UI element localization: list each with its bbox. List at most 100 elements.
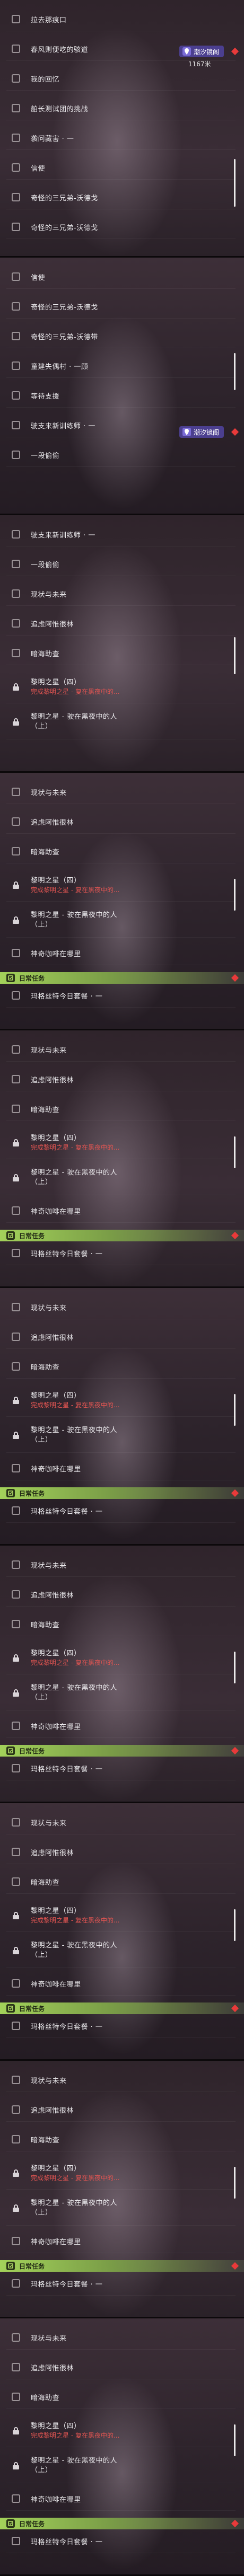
- quest-item[interactable]: 神奇咖啡在哪里: [6, 1714, 236, 1738]
- checkbox-icon[interactable]: [12, 451, 20, 459]
- quest-item[interactable]: 追虑阿惟很林: [6, 810, 236, 834]
- checkbox-icon[interactable]: [12, 1560, 20, 1569]
- quest-item[interactable]: 我的回忆: [6, 67, 236, 91]
- daily-tasks-header[interactable]: 日常任务: [0, 1230, 244, 1241]
- checkbox-icon[interactable]: [12, 1464, 20, 1472]
- quest-item-locked[interactable]: 黎明之星 - 驶在黑夜中的人 （上）: [6, 2191, 236, 2226]
- checkbox-icon[interactable]: [12, 1506, 20, 1515]
- checkbox-icon[interactable]: [12, 619, 20, 628]
- daily-task-item[interactable]: 玛格丝特今日套餐 · 一: [6, 2529, 236, 2553]
- checkbox-icon[interactable]: [12, 560, 20, 568]
- quest-item[interactable]: 一段偷偷: [6, 552, 236, 576]
- scrollbar-thumb[interactable]: [234, 2424, 236, 2456]
- quest-item[interactable]: 舶长测试团的挑战: [6, 96, 236, 120]
- scrollbar-thumb[interactable]: [234, 637, 236, 674]
- checkbox-icon[interactable]: [12, 272, 20, 281]
- checkbox-icon[interactable]: [12, 2494, 20, 2503]
- daily-task-item[interactable]: 玛格丝特今日套餐 · 一: [6, 1499, 236, 1523]
- checkbox-icon[interactable]: [12, 991, 20, 1000]
- quest-item[interactable]: 追虑阿惟很林: [6, 612, 236, 636]
- checkbox-icon[interactable]: [12, 530, 20, 539]
- daily-task-item[interactable]: 玛格丝特今日套餐 · 一: [6, 1241, 236, 1265]
- checkbox-icon[interactable]: [12, 1848, 20, 1856]
- quest-item[interactable]: 追虑阿惟很林: [6, 2356, 236, 2379]
- scrollbar-thumb[interactable]: [234, 353, 236, 390]
- quest-item-locked[interactable]: 黎明之星 - 驶在黑夜中的人 （上）: [6, 2449, 236, 2483]
- checkbox-icon[interactable]: [12, 1818, 20, 1827]
- quest-item-locked[interactable]: 黎明之星（四） 完成黎明之星 - 复在黑夜中的...: [6, 1900, 236, 1932]
- quest-item[interactable]: 追虑阿惟很林: [6, 1583, 236, 1607]
- quest-item[interactable]: 袭问藏害 · 一: [6, 126, 236, 150]
- scrollbar-thumb[interactable]: [234, 2167, 236, 2199]
- checkbox-icon[interactable]: [12, 1590, 20, 1599]
- checkbox-icon[interactable]: [12, 1105, 20, 1113]
- checkbox-icon[interactable]: [12, 134, 20, 142]
- checkbox-icon[interactable]: [12, 361, 20, 370]
- checkbox-icon[interactable]: [12, 817, 20, 826]
- quest-item[interactable]: 暗海助查: [6, 1870, 236, 1894]
- checkbox-icon[interactable]: [12, 1249, 20, 1257]
- daily-tasks-header[interactable]: 日常任务: [0, 972, 244, 984]
- quest-item[interactable]: 神奇咖啡在哪里: [6, 1457, 236, 1480]
- checkbox-icon[interactable]: [12, 1722, 20, 1730]
- quest-item-locked[interactable]: 黎明之星（四） 完成黎明之星 - 复在黑夜中的...: [6, 1384, 236, 1417]
- quest-item[interactable]: 现状与未来: [6, 2326, 236, 2350]
- checkbox-icon[interactable]: [12, 1764, 20, 1772]
- quest-item[interactable]: 暗海助查: [6, 840, 236, 863]
- checkbox-icon[interactable]: [12, 2105, 20, 2114]
- quest-item[interactable]: 追虑阿惟很林: [6, 1840, 236, 1864]
- checkbox-icon[interactable]: [12, 1979, 20, 1988]
- daily-task-item[interactable]: 玛格丝特今日套餐 · 一: [6, 2272, 236, 2296]
- checkbox-icon[interactable]: [12, 2135, 20, 2143]
- checkbox-icon[interactable]: [12, 788, 20, 796]
- quest-item-locked[interactable]: 黎明之星 - 驶在黑夜中的人 （上）: [6, 903, 236, 938]
- checkbox-icon[interactable]: [12, 104, 20, 112]
- quest-item[interactable]: 现状与未来: [6, 2068, 236, 2092]
- quest-item[interactable]: 奇怪的三兄弟-沃德戈: [6, 215, 236, 239]
- scrollbar-thumb[interactable]: [234, 879, 236, 911]
- quest-item[interactable]: 现状与未来: [6, 780, 236, 804]
- checkbox-icon[interactable]: [12, 1333, 20, 1341]
- quest-item[interactable]: 暗海助查: [6, 641, 236, 665]
- checkbox-icon[interactable]: [12, 332, 20, 340]
- daily-task-item[interactable]: 玛格丝特今日套餐 · 一: [6, 2014, 236, 2038]
- checkbox-icon[interactable]: [12, 1075, 20, 1083]
- checkbox-icon[interactable]: [12, 1362, 20, 1371]
- checkbox-icon[interactable]: [12, 302, 20, 311]
- checkbox-icon[interactable]: [12, 2237, 20, 2245]
- quest-item[interactable]: 现状与未来: [6, 1038, 236, 1062]
- quest-item[interactable]: 现状与未来: [6, 582, 236, 606]
- scrollbar-thumb[interactable]: [234, 1652, 236, 1683]
- daily-tasks-header[interactable]: 日常任务: [0, 2002, 244, 2014]
- quest-item-locked[interactable]: 黎明之星（四） 完成黎明之星 - 复在黑夜中的...: [6, 1127, 236, 1159]
- quest-item[interactable]: 一段偷偷: [6, 443, 236, 467]
- checkbox-icon[interactable]: [12, 391, 20, 400]
- quest-item[interactable]: 追虑阿惟很林: [6, 2098, 236, 2122]
- checkbox-icon[interactable]: [12, 1045, 20, 1054]
- quest-item[interactable]: 暗海助查: [6, 1097, 236, 1121]
- quest-item-locked[interactable]: 黎明之星（四） 完成黎明之星 - 复在黑夜中的...: [6, 869, 236, 902]
- checkbox-icon[interactable]: [12, 421, 20, 429]
- scrollbar-thumb[interactable]: [234, 159, 236, 207]
- quest-item[interactable]: 驶支来新训练师 · 一: [6, 523, 236, 546]
- quest-item[interactable]: 神奇咖啡在哪里: [6, 1199, 236, 1223]
- daily-tasks-header[interactable]: 日常任务: [0, 2260, 244, 2272]
- checkbox-icon[interactable]: [12, 1206, 20, 1215]
- quest-item[interactable]: 追虑阿惟很林: [6, 1068, 236, 1091]
- daily-task-item[interactable]: 玛格丝特今日套餐 · 一: [6, 1757, 236, 1780]
- scrollbar-thumb[interactable]: [234, 1136, 236, 1168]
- checkbox-icon[interactable]: [12, 2363, 20, 2371]
- quest-item-locked[interactable]: 黎明之星（四） 完成黎明之星 - 复在黑夜中的...: [6, 671, 236, 703]
- quest-item[interactable]: 追虑阿惟很林: [6, 1325, 236, 1349]
- location-badge[interactable]: 潮汐镜阁: [179, 46, 224, 57]
- quest-item[interactable]: 神奇咖啡在哪里: [6, 1972, 236, 1996]
- checkbox-icon[interactable]: [12, 2076, 20, 2084]
- quest-item[interactable]: 神奇咖啡在哪里: [6, 941, 236, 965]
- quest-item[interactable]: 拉去那痕口: [6, 7, 236, 31]
- quest-item[interactable]: 现状与未来: [6, 1295, 236, 1319]
- quest-item-locked[interactable]: 黎明之星（四） 完成黎明之星 - 复在黑夜中的...: [6, 2157, 236, 2190]
- quest-item[interactable]: 现状与未来: [6, 1553, 236, 1577]
- checkbox-icon[interactable]: [12, 2537, 20, 2545]
- quest-item[interactable]: 暗海助查: [6, 2128, 236, 2151]
- checkbox-icon[interactable]: [12, 45, 20, 53]
